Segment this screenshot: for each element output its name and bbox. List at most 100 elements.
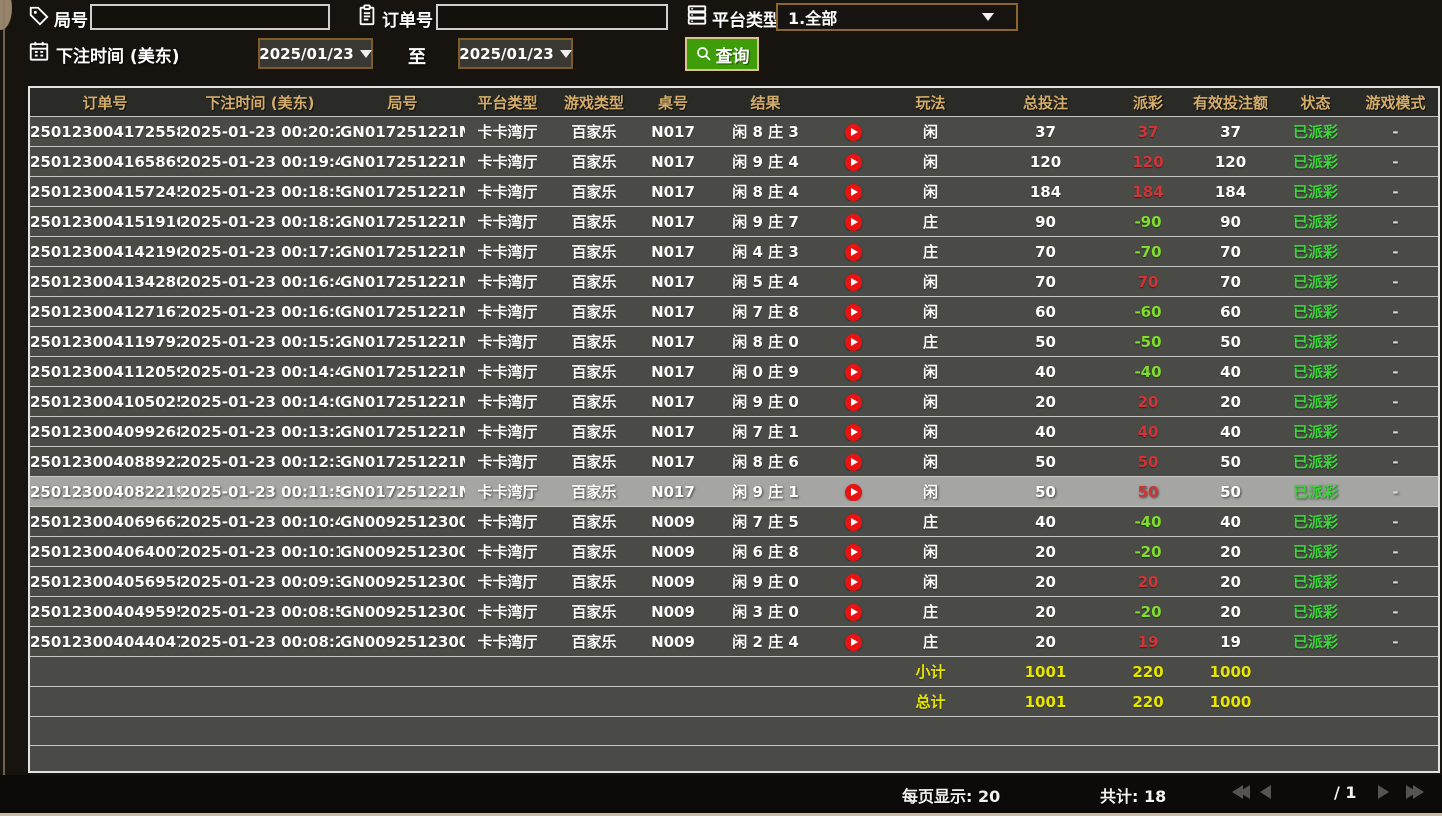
cell-platform: 卡卡湾厅 xyxy=(465,451,550,472)
subtotal-valid-bet: 1000 xyxy=(1183,663,1278,681)
cell-table_no: N009 xyxy=(638,603,708,621)
cell-time: 2025-01-23 00:10:45 xyxy=(180,513,340,531)
cell-result: 闲 4 庄 3 xyxy=(708,241,823,262)
cell-result: 闲 9 庄 0 xyxy=(708,571,823,592)
cell-platform: 卡卡湾厅 xyxy=(465,331,550,352)
cell-mode: - xyxy=(1353,213,1438,231)
cell-order: 250123004157245 xyxy=(30,183,180,201)
cell-round: GN017251221M6 xyxy=(340,333,465,351)
cell-order: 250123004172558 xyxy=(30,123,180,141)
table-row[interactable]: 2501230041572452025-01-23 00:18:55GN0172… xyxy=(30,176,1438,206)
play-icon[interactable] xyxy=(845,574,862,591)
play-icon[interactable] xyxy=(845,334,862,351)
prev-page-icon[interactable] xyxy=(1260,785,1271,799)
table-row[interactable]: 2501230040495952025-01-23 00:08:50GN0092… xyxy=(30,596,1438,626)
query-button[interactable]: 查询 xyxy=(685,37,759,71)
play-icon[interactable] xyxy=(845,304,862,321)
cell-game: 百家乐 xyxy=(550,421,638,442)
cell-result: 闲 7 庄 8 xyxy=(708,301,823,322)
round-number-input[interactable] xyxy=(90,4,330,30)
chevron-down-icon xyxy=(982,13,994,21)
play-icon[interactable] xyxy=(845,124,862,141)
column-header-playtype: 玩法 xyxy=(883,92,978,113)
cell-status: 已派彩 xyxy=(1278,181,1353,202)
cell-game: 百家乐 xyxy=(550,361,638,382)
table-row[interactable]: 2501230041658692025-01-23 00:19:43GN0172… xyxy=(30,146,1438,176)
play-icon[interactable] xyxy=(845,544,862,561)
play-icon[interactable] xyxy=(845,514,862,531)
cell-play xyxy=(823,332,883,351)
date-to-select[interactable]: 2025/01/23 xyxy=(458,38,573,69)
cell-mode: - xyxy=(1353,483,1438,501)
play-icon[interactable] xyxy=(845,394,862,411)
table-row[interactable]: 2501230041725582025-01-23 00:20:23GN0172… xyxy=(30,116,1438,146)
cell-play xyxy=(823,572,883,591)
cell-playtype: 庄 xyxy=(883,511,978,532)
play-icon[interactable] xyxy=(845,154,862,171)
cell-playtype: 庄 xyxy=(883,601,978,622)
cell-total_bet: 70 xyxy=(978,243,1113,261)
next-page-icon[interactable] xyxy=(1378,785,1389,799)
last-page-icon[interactable] xyxy=(1406,785,1424,799)
play-icon[interactable] xyxy=(845,214,862,231)
cell-payout: 20 xyxy=(1113,393,1183,411)
cell-round: GN00925123007 xyxy=(340,603,465,621)
play-icon[interactable] xyxy=(845,604,862,621)
table-row[interactable]: 2501230040569582025-01-23 00:09:30GN0092… xyxy=(30,566,1438,596)
play-icon[interactable] xyxy=(845,274,862,291)
cell-time: 2025-01-23 00:20:23 xyxy=(180,123,340,141)
table-row[interactable]: 2501230040822192025-01-23 00:11:54GN0172… xyxy=(30,476,1438,506)
cell-table_no: N017 xyxy=(638,483,708,501)
cell-mode: - xyxy=(1353,393,1438,411)
table-row[interactable]: 2501230040640072025-01-23 00:10:13GN0092… xyxy=(30,536,1438,566)
table-row[interactable]: 2501230041421962025-01-23 00:17:29GN0172… xyxy=(30,236,1438,266)
table-row[interactable]: 2501230041050252025-01-23 00:14:00GN0172… xyxy=(30,386,1438,416)
table-row[interactable]: 2501230041519162025-01-23 00:18:23GN0172… xyxy=(30,206,1438,236)
cell-round: GN017251221M9 xyxy=(340,243,465,261)
round-number-label: 局号 xyxy=(54,6,88,31)
cell-order: 250123004105025 xyxy=(30,393,180,411)
first-page-icon[interactable] xyxy=(1232,785,1250,799)
cell-order: 250123004049595 xyxy=(30,603,180,621)
table-row[interactable]: 2501230041120592025-01-23 00:14:40GN0172… xyxy=(30,356,1438,386)
cell-time: 2025-01-23 00:18:55 xyxy=(180,183,340,201)
cell-playtype: 闲 xyxy=(883,391,978,412)
table-row[interactable]: 2501230041197922025-01-23 00:15:24GN0172… xyxy=(30,326,1438,356)
cell-playtype: 闲 xyxy=(883,421,978,442)
play-icon[interactable] xyxy=(845,424,862,441)
play-icon[interactable] xyxy=(845,364,862,381)
platform-type-select[interactable]: 1.全部 xyxy=(776,3,1018,31)
cell-valid_bet: 40 xyxy=(1183,363,1278,381)
cell-game: 百家乐 xyxy=(550,211,638,232)
cell-status: 已派彩 xyxy=(1278,241,1353,262)
column-header-mode: 游戏模式 xyxy=(1353,92,1438,113)
play-icon[interactable] xyxy=(845,244,862,261)
cell-order: 250123004044047 xyxy=(30,633,180,651)
play-icon[interactable] xyxy=(845,634,862,651)
date-from-select[interactable]: 2025/01/23 xyxy=(258,38,373,69)
cell-platform: 卡卡湾厅 xyxy=(465,631,550,652)
table-row[interactable]: 2501230040992682025-01-23 00:13:27GN0172… xyxy=(30,416,1438,446)
cell-play xyxy=(823,632,883,651)
play-icon[interactable] xyxy=(845,184,862,201)
cell-table_no: N017 xyxy=(638,423,708,441)
cell-platform: 卡卡湾厅 xyxy=(465,211,550,232)
order-number-input[interactable] xyxy=(436,4,668,30)
empty-row xyxy=(30,745,1438,773)
table-row[interactable]: 2501230041342802025-01-23 00:16:47GN0172… xyxy=(30,266,1438,296)
cell-play xyxy=(823,212,883,231)
cell-result: 闲 9 庄 1 xyxy=(708,481,823,502)
cell-round: GN017251221M5 xyxy=(340,363,465,381)
table-row[interactable]: 2501230040696622025-01-23 00:10:45GN0092… xyxy=(30,506,1438,536)
subtotal-label: 小计 xyxy=(883,661,978,682)
cell-game: 百家乐 xyxy=(550,481,638,502)
table-row[interactable]: 2501230040440472025-01-23 00:08:21GN0092… xyxy=(30,626,1438,656)
play-icon[interactable] xyxy=(845,454,862,471)
cell-platform: 卡卡湾厅 xyxy=(465,421,550,442)
table-row[interactable]: 2501230041271672025-01-23 00:16:06GN0172… xyxy=(30,296,1438,326)
cell-play xyxy=(823,272,883,291)
play-icon[interactable] xyxy=(845,484,862,501)
table-row[interactable]: 2501230040889222025-01-23 00:12:31GN0172… xyxy=(30,446,1438,476)
cell-mode: - xyxy=(1353,453,1438,471)
cell-order: 250123004064007 xyxy=(30,543,180,561)
